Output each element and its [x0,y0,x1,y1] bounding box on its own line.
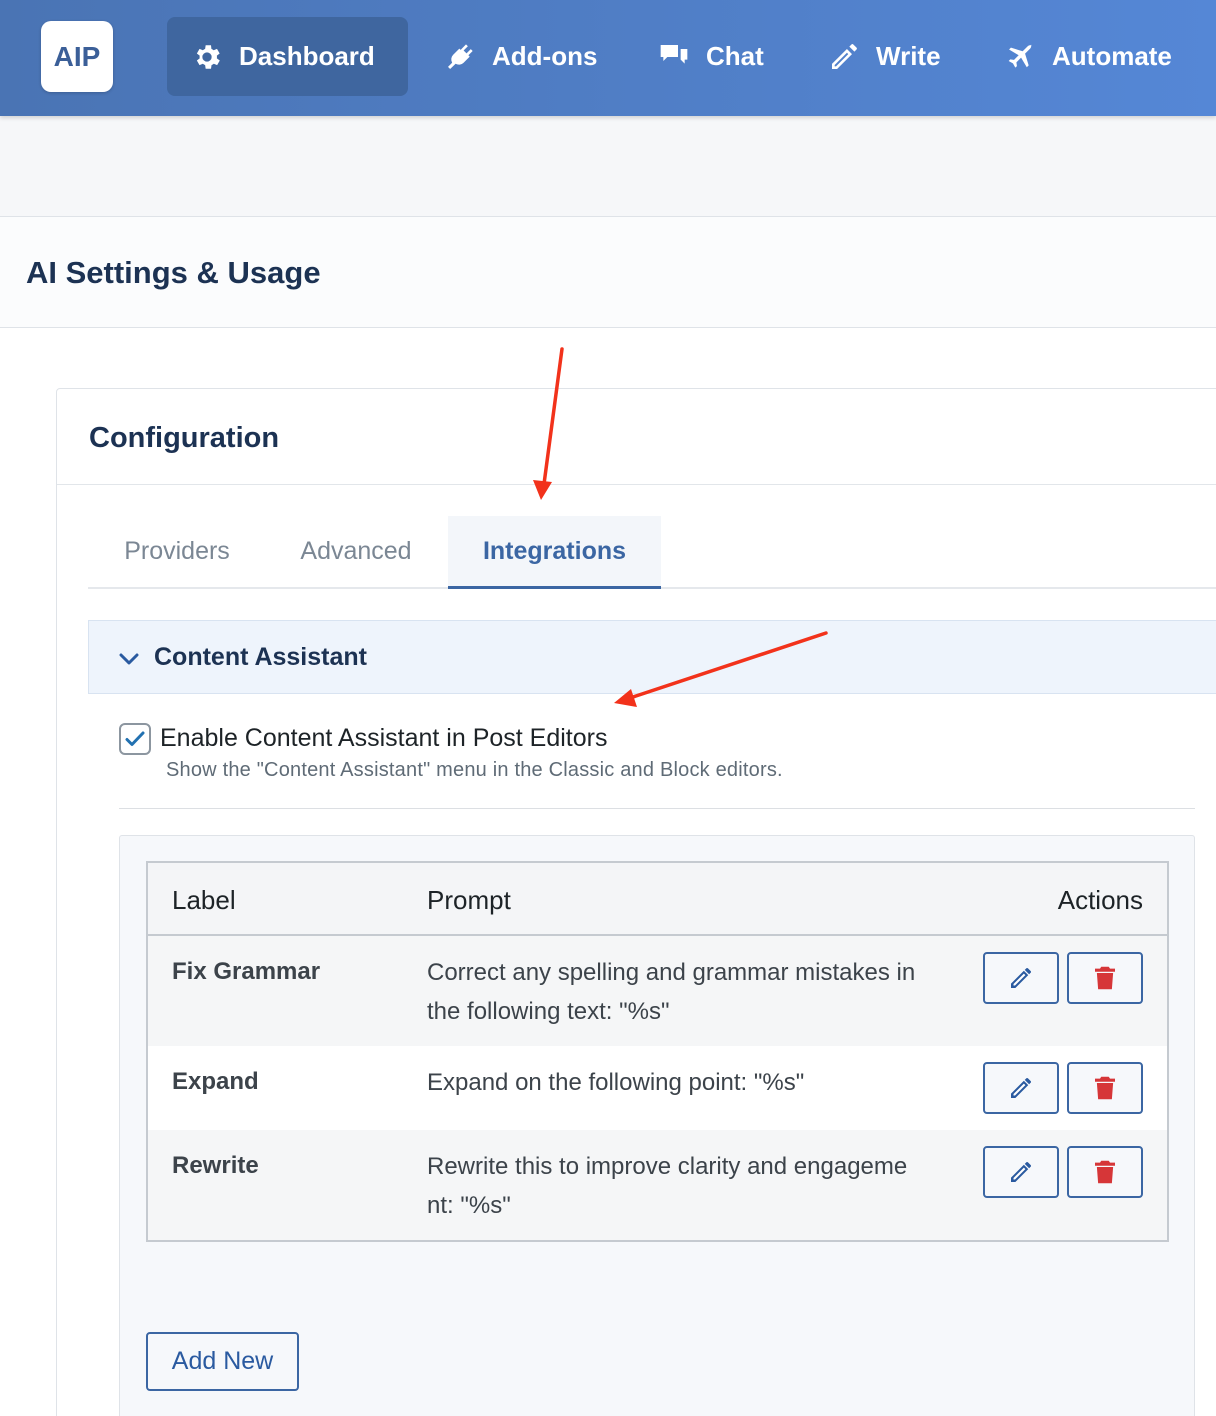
nav-write-label: Write [876,41,941,71]
delete-button[interactable] [1067,952,1143,1004]
edit-button[interactable] [983,952,1059,1004]
table-row: Expand Expand on the following point: "%… [148,1046,1167,1130]
gear-icon [196,44,220,69]
nav-dashboard[interactable]: Dashboard [167,17,408,96]
prompts-panel: Label Prompt Actions Fix Grammar Correct… [119,835,1195,1416]
page-header: AI Settings & Usage [0,216,1216,328]
pencil-icon [1011,1078,1031,1098]
row-label: Fix Grammar [172,958,321,985]
trash-icon [1095,1076,1115,1100]
tab-advanced[interactable]: Advanced [266,516,446,587]
nav-automate[interactable]: Automate [980,17,1196,96]
nav-dashboard-label: Dashboard [239,41,375,71]
table-row: Rewrite Rewrite this to improve clarity … [148,1130,1167,1240]
nav-write[interactable]: Write [804,17,965,96]
tab-providers[interactable]: Providers [88,516,266,587]
nav-add-ons[interactable]: Add-ons [420,17,621,96]
enable-content-assistant-description: Show the "Content Assistant" menu in the… [166,759,783,781]
content-assistant-accordion-header[interactable]: Content Assistant [88,620,1216,694]
edit-button[interactable] [983,1062,1059,1114]
nav-chat-label: Chat [706,41,764,71]
enable-content-assistant-checkbox[interactable] [119,723,151,755]
top-navigation: AIP Dashboard Add-ons Chat Write Automat… [0,0,1216,116]
pencil-icon [1011,1162,1031,1182]
chevron-down-icon [119,653,139,665]
row-label: Rewrite [172,1152,259,1179]
divider [119,808,1195,809]
nav-add-ons-label: Add-ons [492,41,598,71]
configuration-card-header: Configuration [57,389,1216,485]
column-header-prompt: Prompt [427,885,511,915]
row-prompt: Expand on the following point: "%s" [427,1069,805,1096]
configuration-tabs: Providers Advanced Integrations [88,516,1216,589]
plug-icon [448,43,473,69]
pencil-icon [832,43,857,69]
nav-automate-label: Automate [1052,41,1172,71]
content-assistant-title: Content Assistant [154,643,367,671]
page-title: AI Settings & Usage [26,255,321,290]
delete-button[interactable] [1067,1062,1143,1114]
pencil-icon [1011,968,1031,988]
chat-bubbles-icon [660,44,688,64]
column-header-actions: Actions [1057,885,1143,915]
trash-icon [1095,1160,1115,1184]
row-label: Expand [172,1068,259,1095]
configuration-card: Configuration Providers Advanced Integra… [56,388,1216,1416]
checkmark-icon [125,731,145,746]
prompts-table: Label Prompt Actions Fix Grammar Correct… [146,861,1169,1242]
column-header-label: Label [172,885,236,915]
table-row: Fix Grammar Correct any spelling and gra… [148,936,1167,1046]
trash-icon [1095,966,1115,990]
row-prompt: Correct any spelling and grammar mistake… [427,959,916,1025]
configuration-title: Configuration [89,422,280,454]
app-logo[interactable]: AIP [41,21,113,92]
table-header: Label Prompt Actions [148,863,1167,936]
enable-content-assistant-label[interactable]: Enable Content Assistant in Post Editors [160,724,607,753]
edit-button[interactable] [983,1146,1059,1198]
plane-icon [1008,43,1032,68]
add-new-button[interactable]: Add New [146,1332,299,1391]
delete-button[interactable] [1067,1146,1143,1198]
row-prompt: Rewrite this to improve clarity and enga… [427,1153,908,1219]
nav-chat[interactable]: Chat [634,17,788,96]
tab-integrations[interactable]: Integrations [448,516,661,589]
